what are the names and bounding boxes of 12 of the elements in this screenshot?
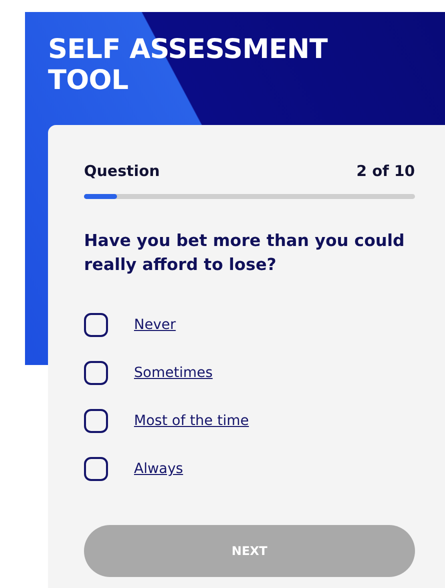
question-count: 2 of 10 bbox=[356, 162, 415, 180]
question-text: Have you bet more than you could really afford to lose? bbox=[84, 230, 406, 276]
answer-link[interactable]: Always bbox=[134, 461, 184, 477]
question-label: Question bbox=[84, 162, 160, 180]
answer-link[interactable]: Never bbox=[134, 317, 176, 333]
answer-checkbox[interactable] bbox=[84, 409, 108, 433]
page-title: SELF ASSESSMENT TOOL bbox=[48, 34, 329, 96]
answer-link[interactable]: Most of the time bbox=[134, 413, 249, 429]
answer-checkbox[interactable] bbox=[84, 361, 108, 385]
answer-checkbox[interactable] bbox=[84, 457, 108, 481]
answer-link[interactable]: Sometimes bbox=[134, 365, 213, 381]
answer-checkbox[interactable] bbox=[84, 313, 108, 337]
